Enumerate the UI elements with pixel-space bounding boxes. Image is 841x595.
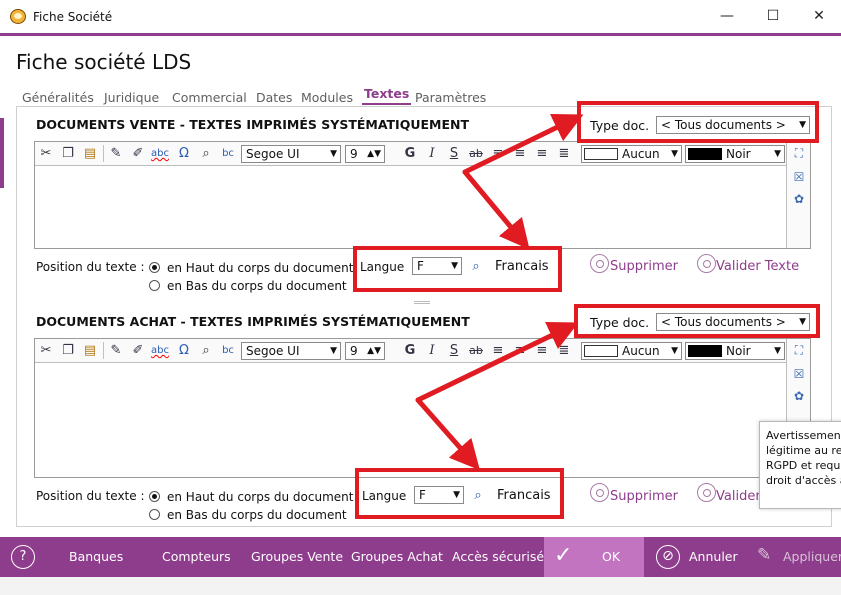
help-button[interactable]: ? bbox=[11, 545, 35, 569]
ok-button[interactable]: OK bbox=[602, 549, 620, 564]
apply-icon: ✎ bbox=[757, 545, 772, 565]
check-icon: ✓ bbox=[554, 543, 573, 568]
arrow-4 bbox=[415, 397, 480, 471]
acces-securise-button[interactable]: Accès sécurisé bbox=[452, 549, 544, 564]
annotation-arrows bbox=[415, 114, 584, 471]
groupes-vente-button[interactable]: Groupes Vente bbox=[251, 549, 343, 564]
compteurs-button[interactable]: Compteurs bbox=[162, 549, 231, 564]
apply-button[interactable]: Appliquer bbox=[783, 549, 841, 564]
arrow-2 bbox=[462, 169, 530, 250]
banques-button[interactable]: Banques bbox=[69, 549, 123, 564]
groupes-achat-button[interactable]: Groupes Achat bbox=[351, 549, 443, 564]
status-bar bbox=[0, 577, 841, 595]
cancel-button[interactable]: Annuler bbox=[689, 549, 738, 564]
arrow-3 bbox=[415, 322, 579, 403]
cancel-icon: ⊘ bbox=[656, 545, 680, 569]
arrow-1 bbox=[462, 114, 584, 175]
